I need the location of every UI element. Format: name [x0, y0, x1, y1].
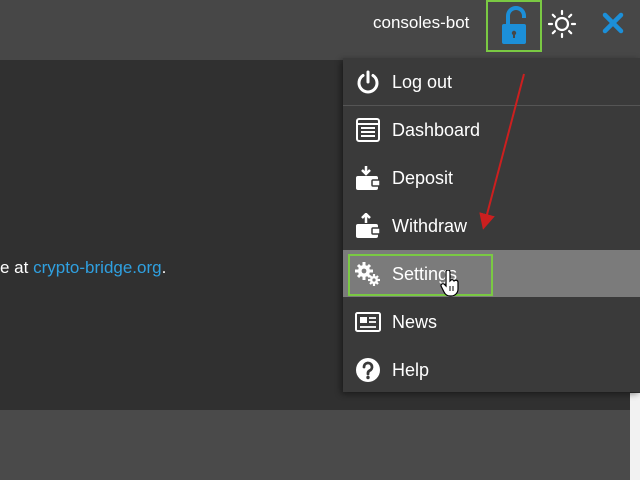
menu-item-withdraw[interactable]: Withdraw	[343, 202, 640, 249]
close-button[interactable]	[598, 8, 628, 38]
menu-label-deposit: Deposit	[392, 168, 454, 188]
settings-highlight-box	[348, 254, 493, 296]
menu-label-log-out: Log out	[392, 72, 453, 92]
scrollbar-strip[interactable]	[630, 393, 640, 480]
help-icon	[356, 358, 380, 382]
menu-label-news: News	[392, 312, 438, 332]
menu-item-deposit[interactable]: Deposit	[343, 154, 640, 201]
lock-toggle-button[interactable]	[486, 0, 542, 52]
user-dropdown-menu: Log out Dashboard Deposit Withdraw Setti…	[343, 58, 640, 392]
menu-item-help[interactable]: Help	[343, 346, 640, 393]
sun-icon	[547, 9, 577, 39]
menu-item-dashboard[interactable]: Dashboard	[343, 106, 640, 153]
content-text-prefix: e at	[0, 258, 34, 277]
unlock-icon	[502, 6, 526, 44]
content-message: e at crypto-bridge.org.	[0, 258, 166, 278]
withdraw-icon	[356, 213, 381, 238]
newspaper-icon	[355, 312, 381, 332]
power-icon	[357, 70, 379, 94]
menu-label-dashboard: Dashboard	[392, 120, 481, 140]
top-bar: consoles-bot	[0, 0, 640, 60]
hand-cursor-icon	[440, 270, 459, 297]
crypto-bridge-link[interactable]: crypto-bridge.org	[33, 258, 162, 277]
content-text-suffix: .	[161, 258, 167, 277]
theme-toggle-button[interactable]	[547, 9, 577, 39]
menu-label-help: Help	[392, 360, 430, 380]
dashboard-icon	[356, 118, 380, 142]
menu-item-news[interactable]: News	[343, 298, 640, 345]
close-icon	[602, 12, 624, 34]
bottom-area	[0, 410, 640, 480]
deposit-icon	[356, 166, 381, 190]
menu-label-withdraw: Withdraw	[392, 216, 468, 236]
menu-item-log-out[interactable]: Log out	[343, 58, 640, 106]
username-label[interactable]: consoles-bot	[373, 13, 469, 33]
